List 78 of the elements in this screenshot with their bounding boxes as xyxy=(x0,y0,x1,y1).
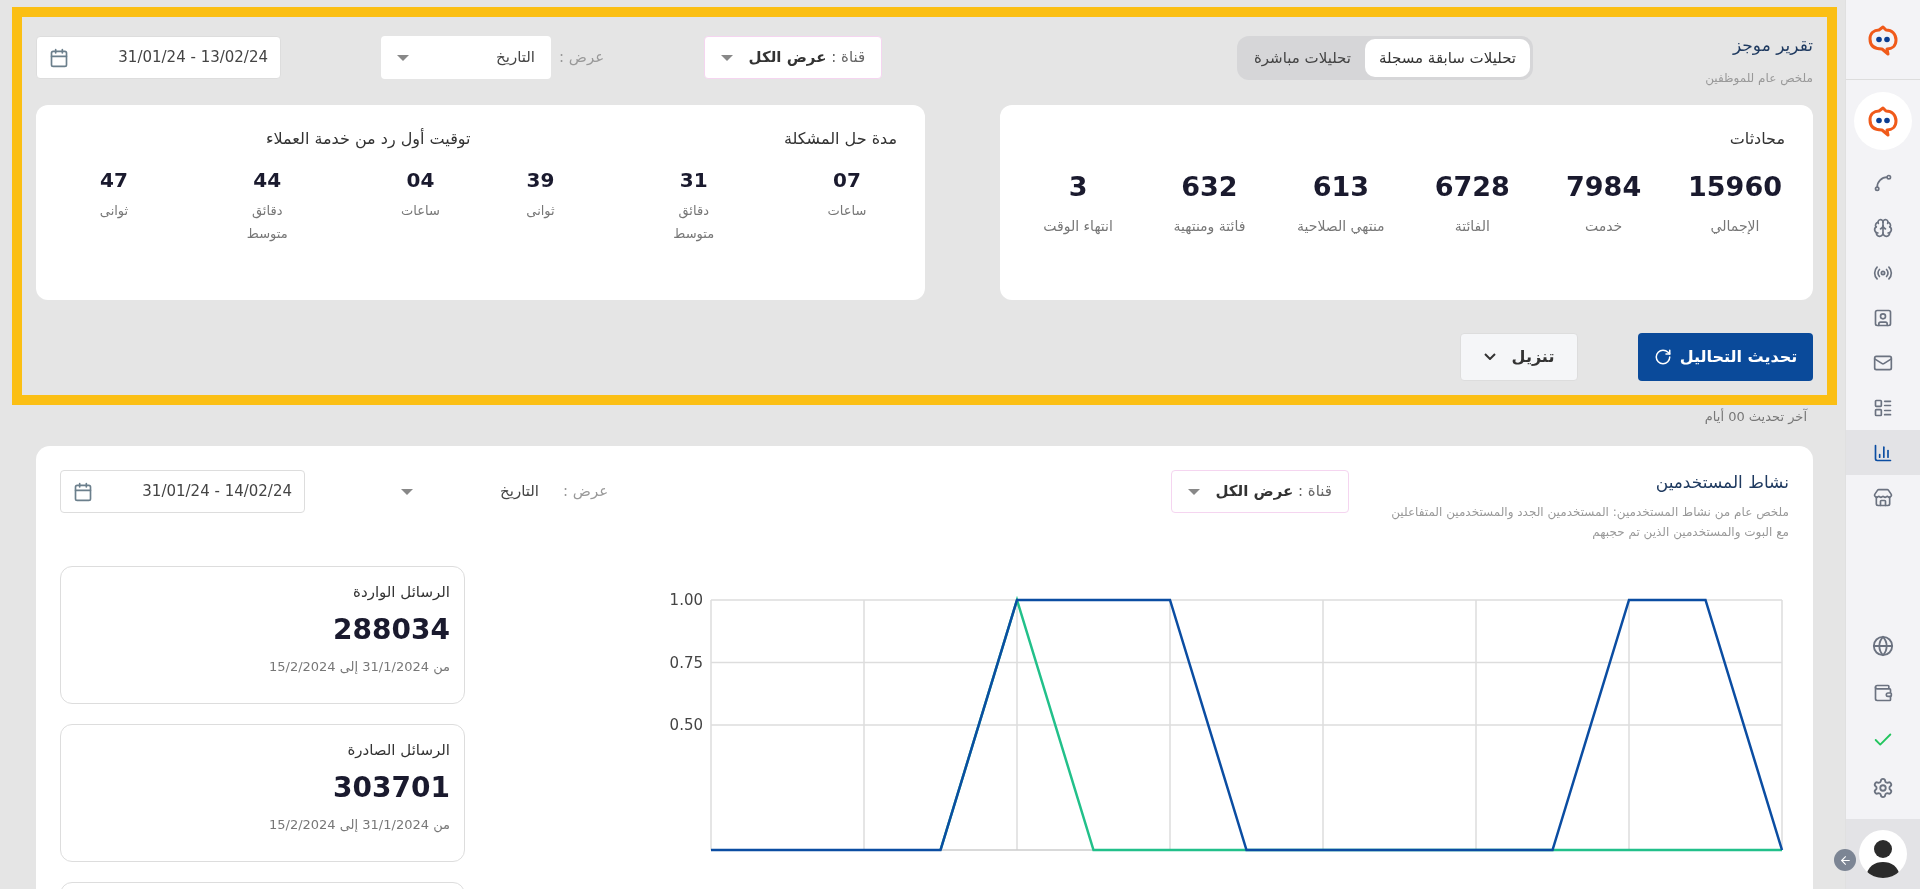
last-update-text: آخر تحديث 00 أيام xyxy=(1703,407,1807,426)
y-tick-label: 1.00 xyxy=(669,590,703,609)
stat-value: 613 xyxy=(1312,169,1369,204)
download-button[interactable]: تنزيل xyxy=(1460,332,1578,381)
avatar-silhouette[interactable] xyxy=(1859,830,1907,878)
stat-label: ساعات xyxy=(401,201,440,220)
metric-title: الرسائل الصادرة xyxy=(346,739,450,761)
section-subtitle: ملخص عام من نشاط المستخدمين: المستخدمين الجدد والمستخدمين المتفاعلين مع البوت والمستخدمين الذين تم حجبهم xyxy=(1390,503,1789,542)
tab[interactable]: تحليلات سابقة مسجلة xyxy=(1365,39,1530,77)
stat-label: انتهاء الوقت xyxy=(1043,217,1113,237)
stat-value: 3 xyxy=(1068,169,1088,204)
stat-label: منتهي الصلاحية xyxy=(1297,217,1385,236)
dropdown-caret-icon xyxy=(397,54,409,61)
calendar-icon xyxy=(49,47,69,68)
stat-value: 47 xyxy=(100,166,128,194)
filter-select[interactable]: قناة : عرض الكل xyxy=(1171,470,1349,513)
settings-icon[interactable] xyxy=(1872,777,1894,799)
tab[interactable]: تحليلات مباشرة xyxy=(1239,39,1365,77)
dropdown-caret-icon xyxy=(401,488,413,495)
stat-label: فائتة ومنتهية xyxy=(1173,217,1246,237)
stat-note: متوسط xyxy=(246,225,288,244)
stat-label: ثوانى xyxy=(99,201,129,220)
metric-period: من 31/1/2024 إلى 15/2/2024 xyxy=(267,658,450,677)
y-tick-label: 0.75 xyxy=(669,653,703,671)
refresh-analytics-button[interactable]: تحديث التحاليل xyxy=(1638,332,1813,381)
stat-note: متوسط xyxy=(673,225,715,244)
view-select[interactable]: التاريخ xyxy=(381,36,551,79)
card-title: مدة حل المشكلة xyxy=(782,127,897,150)
stat-label: الإجمالي xyxy=(1710,217,1760,236)
head-icon xyxy=(1873,217,1893,238)
metric-value: 303701 xyxy=(332,770,450,806)
stat-label: الفائتة xyxy=(1454,217,1490,236)
contact-card-icon xyxy=(1873,307,1893,328)
section-title: نشاط المستخدمين xyxy=(1654,471,1789,494)
stat-value: 07 xyxy=(833,166,861,194)
route-icon xyxy=(1873,172,1893,193)
y-tick-label: 0.50 xyxy=(669,715,703,734)
section-subtitle: ملخص عام للموظفين xyxy=(1704,69,1813,87)
view-label: عرض : xyxy=(563,481,609,503)
stat-label: ثوانى xyxy=(526,201,555,220)
chevron-down-icon xyxy=(1483,353,1496,360)
wallet-icon[interactable] xyxy=(1873,683,1893,703)
refresh-icon xyxy=(1653,347,1672,366)
logo-icon xyxy=(1868,23,1898,56)
stat-label: دقائق xyxy=(678,201,709,220)
globe-icon[interactable] xyxy=(1872,635,1894,657)
stat-value: 44 xyxy=(253,166,282,194)
arrow-left-icon xyxy=(1838,853,1852,867)
stat-label: دقائق xyxy=(252,201,283,220)
stat-value: 39 xyxy=(526,166,555,194)
chart-icon xyxy=(1873,442,1893,463)
card-title: توقيت أول رد من خدمة العملاء xyxy=(264,127,471,151)
date-range-field[interactable]: 31/01/24 - 13/02/24 xyxy=(36,36,281,79)
stat-label: ساعات xyxy=(827,201,867,220)
stat-value: 15960 xyxy=(1688,169,1782,204)
dropdown-caret-icon xyxy=(1188,488,1200,495)
store-icon xyxy=(1873,487,1893,508)
card-title: محادثات xyxy=(1728,127,1785,150)
form-icon xyxy=(1873,397,1893,418)
metric-value: 288034 xyxy=(332,612,450,648)
collapse-button[interactable] xyxy=(1834,849,1856,871)
date-range-field[interactable]: 31/01/24 - 14/02/24 xyxy=(60,470,305,513)
section-title: تقرير موجز xyxy=(1731,34,1813,57)
stat-value: 31 xyxy=(679,166,708,194)
filter-select[interactable]: قناة : عرض الكل xyxy=(704,36,883,79)
dropdown-caret-icon xyxy=(721,54,734,61)
logo-icon xyxy=(1868,105,1898,137)
view-select[interactable]: التاريخ xyxy=(385,470,555,513)
nav-item[interactable] xyxy=(1846,430,1920,475)
calendar-icon xyxy=(73,481,93,502)
stat-value: 7984 xyxy=(1566,169,1642,204)
stat-value: 04 xyxy=(406,166,435,194)
stat-value: 6728 xyxy=(1434,169,1510,204)
stat-label: خدمت xyxy=(1585,217,1623,236)
metric-period: من 31/1/2024 إلى 15/2/2024 xyxy=(267,816,450,835)
view-label: عرض : xyxy=(559,47,605,69)
stat-value: 632 xyxy=(1181,169,1238,204)
metric-title: الرسائل الواردة xyxy=(352,581,450,603)
